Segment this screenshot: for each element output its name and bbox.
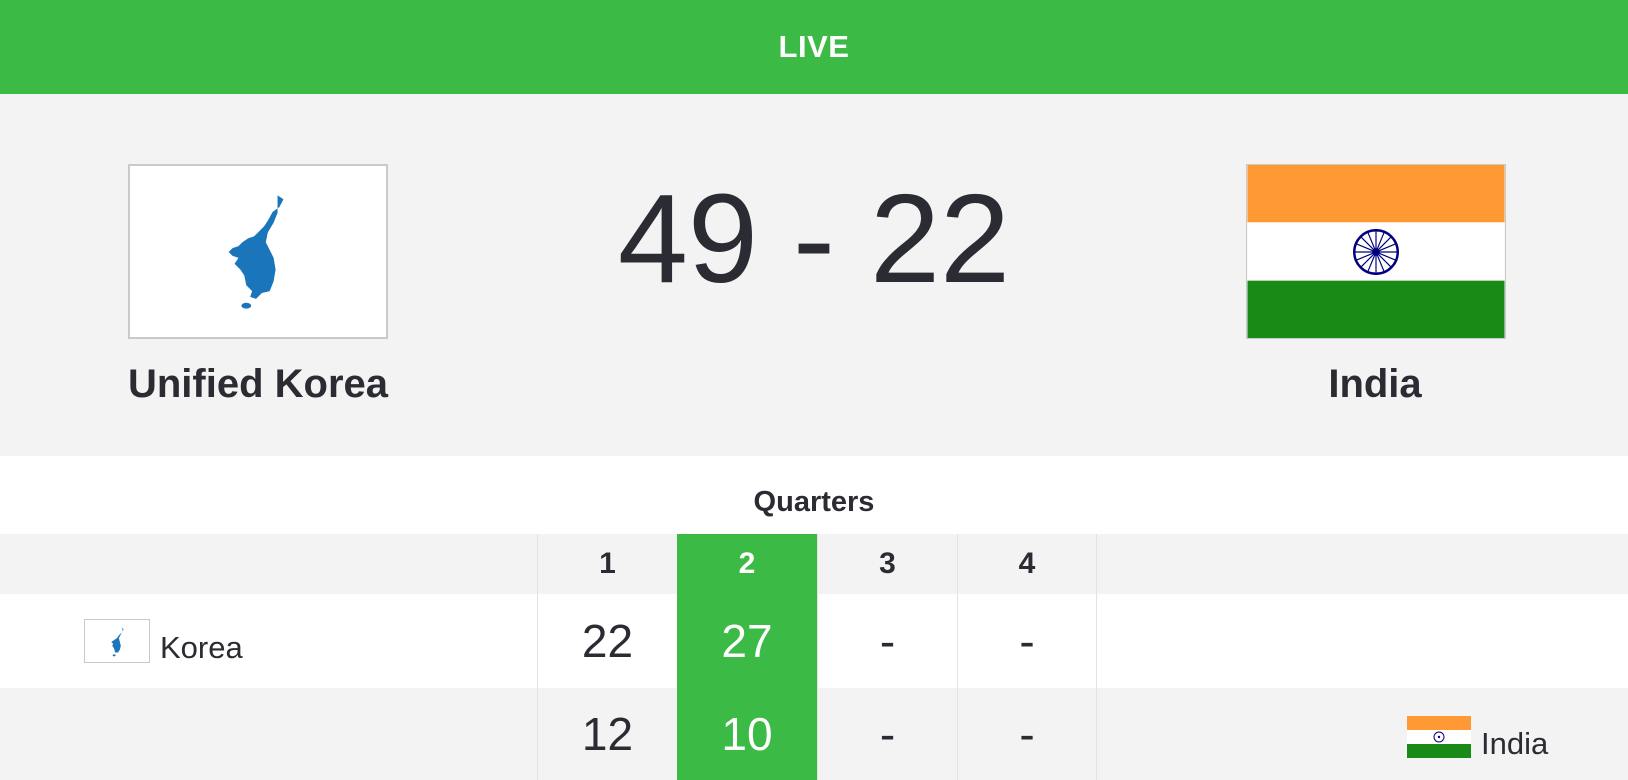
india-flag-icon <box>1246 164 1506 339</box>
quarter-header-2-active: 2 <box>677 534 817 594</box>
korea-q2-score: 27 <box>677 594 817 688</box>
quarter-row-korea: Korea 22 27 - - <box>0 594 1628 688</box>
quarters-header-row: 1 2 3 4 <box>0 534 1628 594</box>
korea-q1-score: 22 <box>537 594 677 688</box>
match-score: 49 - 22 <box>617 168 1011 309</box>
row-team-label-korea: Korea <box>160 630 243 665</box>
korea-q3-score: - <box>817 594 957 688</box>
scoreboard: 49 - 22 Unified Korea India <box>0 94 1628 456</box>
row-team-label-india: India <box>1481 726 1549 761</box>
india-q1-score: 12 <box>537 688 677 780</box>
quarter-header-1: 1 <box>537 534 677 594</box>
quarter-header-4: 4 <box>957 534 1097 594</box>
india-q3-score: - <box>817 688 957 780</box>
korea-q4-score: - <box>957 594 1097 688</box>
unified-korea-mini-flag-icon <box>84 619 150 663</box>
row-team-india: India <box>1407 712 1548 762</box>
quarter-header-3: 3 <box>817 534 957 594</box>
away-team-name: India <box>1328 362 1422 406</box>
india-mini-flag-icon <box>1407 716 1471 758</box>
live-label: LIVE <box>778 29 850 64</box>
quarter-row-india: 12 10 - - India <box>0 688 1628 780</box>
unified-korea-flag-icon <box>128 164 388 339</box>
home-team-name: Unified Korea <box>127 362 389 406</box>
india-q4-score: - <box>957 688 1097 780</box>
row-team-korea: Korea <box>84 616 243 666</box>
quarters-title: Quarters <box>753 486 875 518</box>
india-q2-score: 10 <box>677 688 817 780</box>
live-status-bar: LIVE <box>0 0 1628 94</box>
